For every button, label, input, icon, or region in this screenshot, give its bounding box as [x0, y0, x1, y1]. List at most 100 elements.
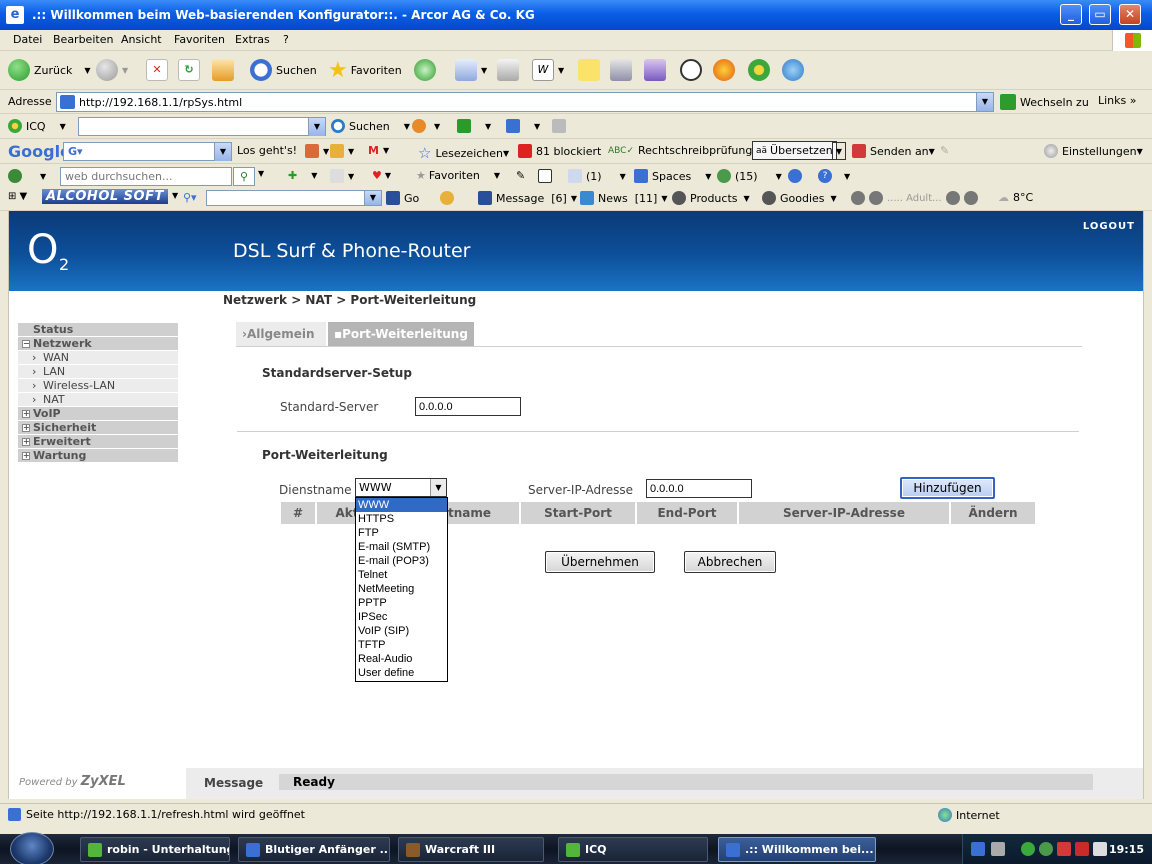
apply-button[interactable]: Übernehmen [545, 551, 655, 573]
web-brand-button[interactable]: ▼ [8, 169, 46, 183]
service-option[interactable]: NetMeeting [356, 582, 447, 596]
cancel-button[interactable]: Abbrechen [684, 551, 776, 573]
network-tray-icon[interactable] [1093, 842, 1107, 856]
menu-favoriten[interactable]: Favoriten [174, 33, 225, 46]
web-heart-button[interactable]: ♥ ▼ [372, 169, 391, 182]
icq-search-button[interactable]: Suchen ▼ [331, 119, 410, 133]
google-search-input[interactable]: G▾ ▼ [63, 142, 232, 161]
forward-button[interactable]: ▼ [96, 57, 128, 83]
research-button[interactable] [610, 57, 636, 83]
edit-dropdown-icon[interactable]: ▼ [558, 66, 564, 75]
menu-extras[interactable]: Extras [235, 33, 270, 46]
print-button[interactable] [497, 57, 523, 83]
language-icon[interactable] [971, 842, 985, 856]
service-name-select[interactable]: WWW ▼ [355, 478, 447, 497]
sidebar-item-lan[interactable]: › LAN [18, 365, 178, 379]
address-input[interactable]: http://192.168.1.1/rpSys.html ▼ [56, 92, 994, 112]
alcohol-goodies-button[interactable]: Goodies ▼ [762, 191, 837, 205]
web-search-button[interactable]: ⚲ [233, 167, 255, 186]
sidebar-item-nat[interactable]: › NAT [18, 393, 178, 407]
contacts-button[interactable] [782, 57, 808, 83]
google-logo[interactable]: Google [8, 142, 71, 161]
tool-button[interactable] [680, 57, 706, 83]
taskbar-button[interactable]: Blutiger Anfänger ... [238, 837, 390, 862]
sidebar-item-wartung[interactable]: + Wartung [18, 449, 178, 463]
service-option[interactable]: Real-Audio [356, 652, 447, 666]
menu-datei[interactable]: Datei [13, 33, 42, 46]
mail-button[interactable]: ▼ [455, 57, 487, 83]
google-puzzle-button[interactable]: ▼ [330, 144, 354, 158]
service-option[interactable]: E-mail (POP3) [356, 554, 447, 568]
google-settings-button[interactable]: Einstellungen ▼ [1044, 144, 1143, 158]
standard-server-input[interactable] [415, 397, 521, 416]
icq-tray-icon[interactable] [1021, 842, 1035, 856]
add-button[interactable]: Hinzufügen [900, 477, 995, 499]
start-button[interactable] [10, 832, 54, 864]
expand-icon[interactable]: + [22, 438, 30, 446]
sidebar-item-sicherheit[interactable]: + Sicherheit [18, 421, 178, 435]
gmail-button[interactable]: M ▼ [368, 144, 389, 157]
messenger-button[interactable] [644, 57, 670, 83]
back-dropdown-icon[interactable]: ▼ [84, 66, 90, 75]
messenger-tray-icon[interactable] [1039, 842, 1053, 856]
links-button[interactable]: Links » [1098, 94, 1137, 107]
menu-help[interactable]: ? [283, 33, 289, 46]
taskbar-button[interactable]: .:: Willkommen bei... [718, 837, 876, 862]
forward-dropdown-icon[interactable]: ▼ [122, 66, 128, 75]
sidebar-item-erweitert[interactable]: + Erweitert [18, 435, 178, 449]
icq-button[interactable]: ICQ ▼ [8, 119, 66, 133]
icq-game-button[interactable]: ▼ [506, 119, 540, 133]
tray-arrow-icon[interactable] [991, 842, 1005, 856]
web-mail-button[interactable]: (1) ▼ [568, 169, 626, 183]
sidebar-item-voip[interactable]: + VoIP [18, 407, 178, 421]
google-go-button[interactable]: Los geht's! [237, 144, 297, 157]
service-option[interactable]: Telnet [356, 568, 447, 582]
web-page-button[interactable]: ▼ [330, 169, 354, 183]
spaces-button[interactable]: Spaces ▼ [634, 169, 711, 183]
service-option[interactable]: TFTP [356, 638, 447, 652]
bookmarks-button[interactable]: ☆ Lesezeichen ▼ [418, 144, 509, 162]
icq-search-menu-icon[interactable]: ▼ [404, 122, 410, 131]
taskbar-button[interactable]: robin - Unterhaltung [80, 837, 230, 862]
icq-people-button[interactable]: ▼ [412, 119, 440, 133]
service-option[interactable]: IPSec [356, 610, 447, 624]
back-button[interactable]: Zurück ▼ [8, 57, 91, 83]
service-option[interactable]: E-mail (SMTP) [356, 540, 447, 554]
expand-icon[interactable]: + [22, 424, 30, 432]
translate-dropdown-icon[interactable]: ▼ [832, 142, 846, 160]
icq-search-input[interactable]: ▼ [78, 117, 326, 136]
alcohol-search-dropdown-icon[interactable]: ▼ [364, 191, 381, 205]
icq-edit-button[interactable] [552, 119, 570, 133]
refresh-button[interactable]: ↻ [178, 57, 204, 83]
menu-bearbeiten[interactable]: Bearbeiten [53, 33, 113, 46]
service-option[interactable]: User define [356, 666, 447, 680]
web-help-button[interactable]: ? ▼ [818, 169, 850, 183]
sidebar-item-netzwerk[interactable]: − Netzwerk [18, 337, 178, 351]
logout-link[interactable]: LOGOUT [1083, 221, 1135, 232]
service-option[interactable]: PPTP [356, 596, 447, 610]
web-favorites-button[interactable]: ★ Favoriten ▼ [416, 169, 500, 182]
icq-dropdown-icon[interactable]: ▼ [60, 122, 66, 131]
popup-blocker[interactable]: 81 blockiert [518, 144, 601, 158]
taskbar-button[interactable]: ICQ [558, 837, 708, 862]
firefox-button[interactable] [713, 57, 739, 83]
google-search-dropdown-icon[interactable]: ▼ [214, 143, 231, 161]
expand-icon[interactable]: + [22, 410, 30, 418]
alcohol-shield-button[interactable] [440, 191, 458, 205]
google-news-button[interactable]: ▼ [305, 144, 329, 158]
web-pen-button[interactable]: ✎ [516, 169, 525, 182]
alcohol-expand-icon[interactable]: ⊞ ▼ [8, 191, 27, 202]
menu-ansicht[interactable]: Ansicht [121, 33, 162, 46]
expand-icon[interactable]: + [22, 452, 30, 460]
minimize-button[interactable]: _ [1060, 4, 1082, 25]
google-edit-icon[interactable]: ✎ [940, 144, 949, 157]
chevron-down-icon[interactable]: ▼ [430, 479, 446, 496]
translate-button[interactable]: aä Übersetzen [752, 141, 837, 160]
web-contacts-button[interactable]: (15) ▼ [717, 169, 782, 183]
tab-allgemein[interactable]: ›Allgemein [236, 322, 326, 346]
server-ip-input[interactable] [646, 479, 752, 498]
home-button[interactable] [212, 57, 238, 83]
web-edit-button[interactable] [538, 169, 556, 183]
service-option[interactable]: FTP [356, 526, 447, 540]
web-search-input[interactable]: web durchsuchen... [60, 167, 232, 186]
